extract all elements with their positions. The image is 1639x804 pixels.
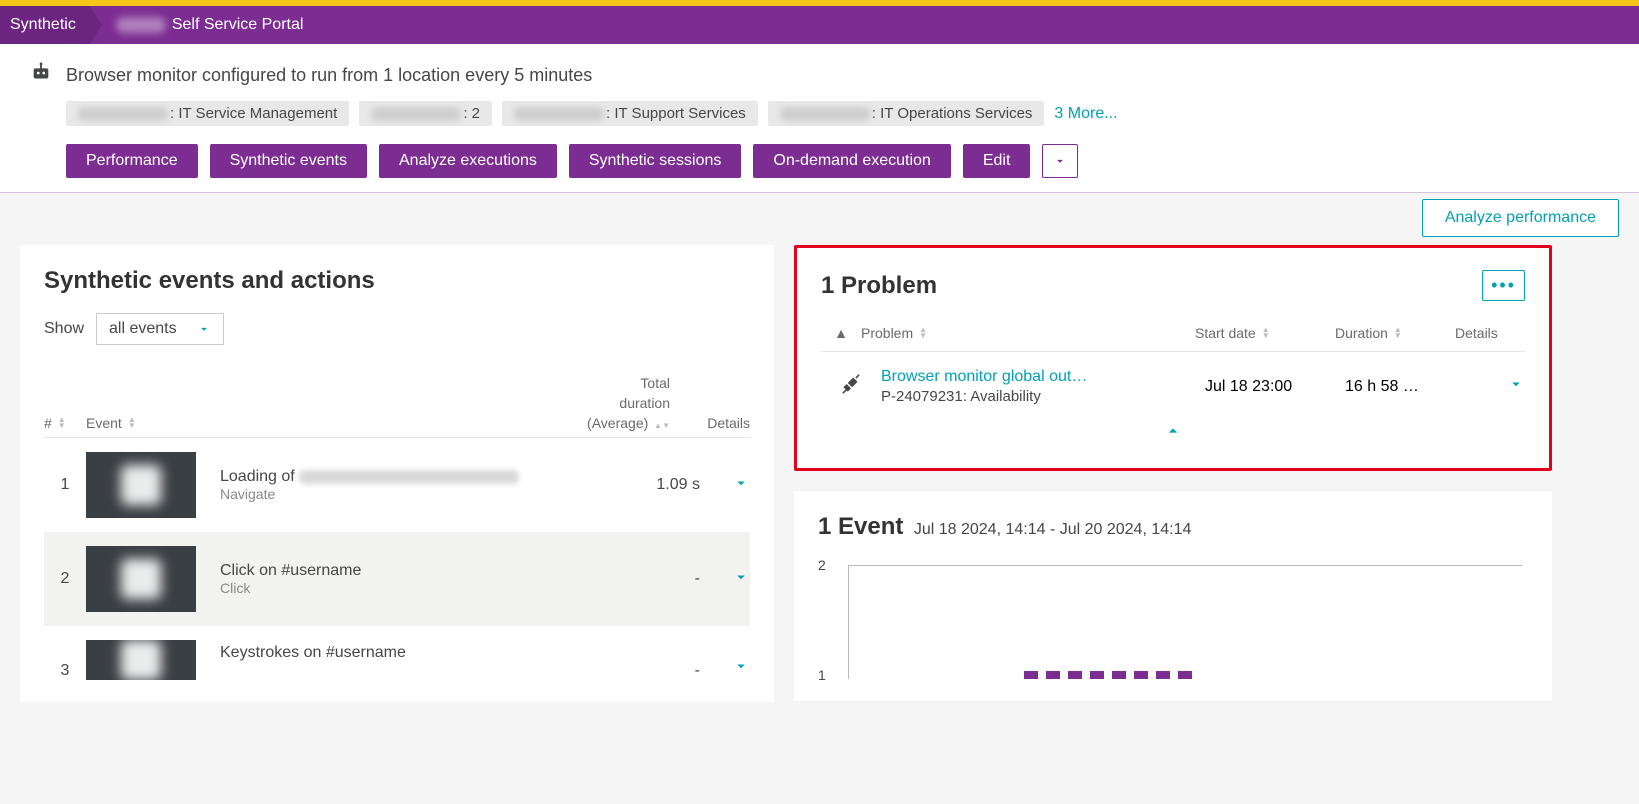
tag[interactable]: : IT Operations Services [768,101,1045,126]
events-table-header: #▲▼ Event▲▼ Total duration (Average) ▲▼ … [44,369,750,438]
table-row: 3 Keystrokes on #username - [44,626,750,680]
breadcrumb-root[interactable]: Synthetic [0,6,90,44]
events-actions-card: Synthetic events and actions Show all ev… [20,245,774,702]
event-thumbnail[interactable] [86,640,196,680]
chevron-down-icon [1507,375,1525,393]
chart-bar [1068,671,1082,679]
plug-icon [821,371,881,402]
problem-table-header: ▲ Problem▲▼ Start date▲▼ Duration▲▼ Deta… [821,315,1525,352]
tag[interactable]: : 2 [359,101,492,126]
col-details: Details [1455,325,1525,341]
redacted-text [116,17,166,33]
chart-bar [1156,671,1170,679]
expand-problem[interactable] [1465,375,1525,398]
col-event[interactable]: Event▲▼ [86,415,540,431]
analyze-executions-button[interactable]: Analyze executions [379,144,557,178]
problem-row: Browser monitor global out… P-24079231: … [821,352,1525,415]
table-row: 2 Click on #username Click - [44,532,750,626]
monitor-config-text: Browser monitor configured to run from 1… [66,65,592,86]
problem-panel-title: 1 Problem [821,272,937,300]
expand-row[interactable] [700,568,750,591]
table-row: 1 Loading of Navigate 1.09 s [44,438,750,532]
row-number: 3 [44,662,86,680]
col-start[interactable]: Start date▲▼ [1195,325,1335,341]
row-number: 2 [44,570,86,588]
col-sort[interactable]: ▲ [821,325,861,341]
chart-bar [1024,671,1038,679]
action-buttons: Performance Synthetic events Analyze exe… [66,144,1609,178]
page-header: Browser monitor configured to run from 1… [0,44,1639,193]
chevron-down-icon [197,322,211,336]
robot-icon [30,62,52,89]
breadcrumb: Synthetic Self Service Portal [0,6,1639,44]
tags-row: : IT Service Management : 2 : IT Support… [66,101,1609,126]
event-title: Loading of [220,468,600,486]
event-title: Keystrokes on #username [220,644,600,662]
tag[interactable]: : IT Support Services [502,101,758,126]
tag[interactable]: : IT Service Management [66,101,349,126]
on-demand-execution-button[interactable]: On-demand execution [753,144,950,178]
problem-link[interactable]: Browser monitor global out… [881,368,1087,385]
event-duration: 1.09 s [600,476,700,494]
col-duration[interactable]: Duration▲▼ [1335,325,1455,341]
chart-bar [1134,671,1148,679]
expand-row[interactable] [700,657,750,680]
y-tick: 2 [818,557,826,573]
event-card: 1 Event Jul 18 2024, 14:14 - Jul 20 2024… [794,491,1552,701]
row-number: 1 [44,476,86,494]
synthetic-events-button[interactable]: Synthetic events [210,144,367,178]
problem-card: 1 Problem ••• ▲ Problem▲▼ Start date▲▼ D… [794,245,1552,471]
col-details: Details [670,415,750,431]
event-subtitle: Click [220,580,600,596]
event-thumbnail[interactable] [86,546,196,612]
expand-row[interactable] [700,474,750,497]
event-duration: - [600,570,700,588]
chevron-up-icon [1163,421,1183,441]
event-panel-title: 1 Event [818,513,903,540]
edit-button[interactable]: Edit [963,144,1031,178]
problem-subtitle: P-24079231: Availability [881,388,1205,405]
chart-bar [1046,671,1060,679]
event-thumbnail[interactable] [86,452,196,518]
events-filter-dropdown[interactable]: all events [96,313,224,345]
event-title: Click on #username [220,562,600,580]
problem-more-button[interactable]: ••• [1482,270,1525,301]
event-chart: 2 1 [818,559,1528,679]
events-panel-title: Synthetic events and actions [44,267,750,295]
breadcrumb-label: Self Service Portal [172,16,304,34]
analyze-performance-button[interactable]: Analyze performance [1422,199,1619,237]
chevron-down-icon [1053,154,1067,168]
col-duration[interactable]: Total duration (Average) ▲▼ [540,375,670,431]
problem-start: Jul 18 23:00 [1205,378,1345,396]
performance-button[interactable]: Performance [66,144,198,178]
chart-bar [1112,671,1126,679]
collapse-problems[interactable] [821,421,1525,446]
chart-bar [1090,671,1104,679]
y-tick: 1 [818,667,826,683]
event-subtitle: Navigate [220,486,600,502]
chevron-down-icon [732,657,750,675]
chevron-down-icon [732,568,750,586]
more-actions-dropdown[interactable] [1042,144,1078,178]
dropdown-value: all events [109,320,177,338]
breadcrumb-current: Self Service Portal [90,16,304,34]
chart-bar [1178,671,1192,679]
show-label: Show [44,320,84,338]
problem-duration: 16 h 58 … [1345,378,1465,396]
chevron-down-icon [732,474,750,492]
redacted-text [299,470,519,484]
event-duration: - [600,662,700,680]
event-time-range: Jul 18 2024, 14:14 - Jul 20 2024, 14:14 [914,521,1192,538]
tags-more-link[interactable]: 3 More... [1054,105,1117,123]
col-problem[interactable]: Problem▲▼ [861,325,1195,341]
synthetic-sessions-button[interactable]: Synthetic sessions [569,144,742,178]
col-num[interactable]: #▲▼ [44,415,86,431]
